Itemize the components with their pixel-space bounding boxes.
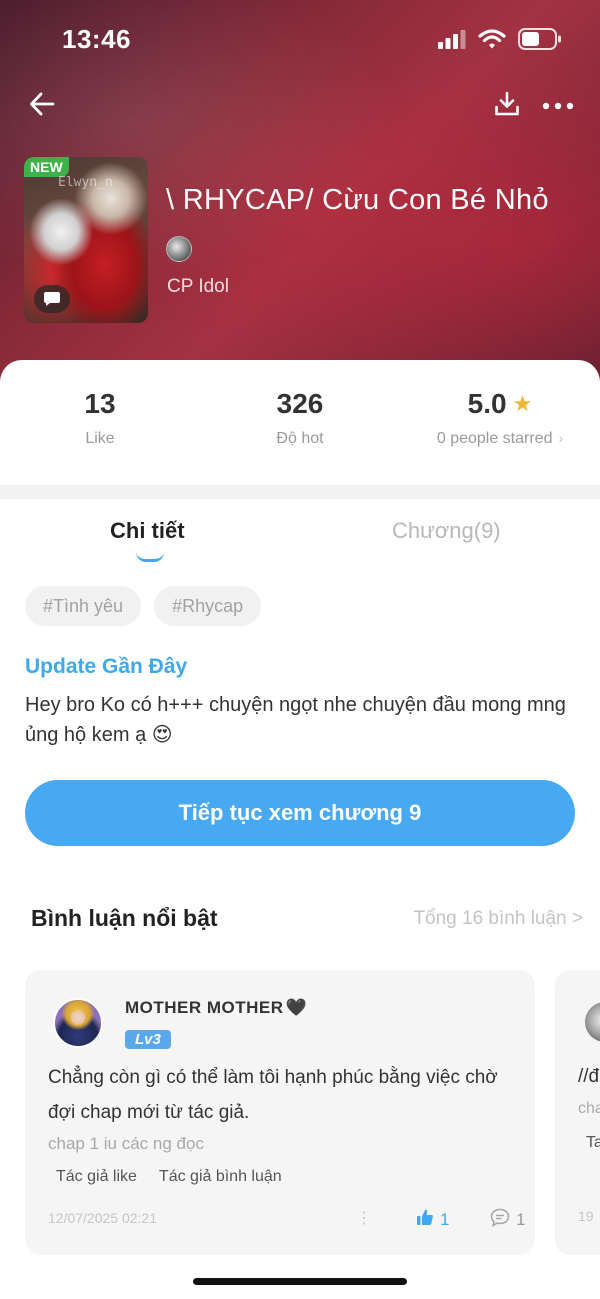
comment-username: MOTHER MOTHER: [125, 998, 284, 1017]
more-icon: [542, 97, 574, 115]
new-badge: NEW: [24, 157, 69, 177]
likes-label: Like: [85, 430, 115, 447]
status-icons: [438, 28, 562, 55]
comment-text: Chẳng còn gì có thể làm tôi hạnh phúc bằ…: [48, 1067, 498, 1123]
reply-count: 1: [516, 1210, 526, 1229]
level-badge: Lv3: [125, 1030, 171, 1049]
home-indicator: [193, 1278, 407, 1285]
likes-value: 13: [84, 388, 116, 419]
author-replied-badge: Tác giả bình luận: [158, 1168, 282, 1185]
star-icon: ★: [512, 391, 533, 416]
download-icon: [494, 91, 520, 122]
stats-card: 13 Like 326 Độ hot 5.0 ★ 0 people starre…: [0, 360, 600, 485]
author-avatar[interactable]: [166, 236, 192, 262]
update-text: Hey bro Ko có h+++ chuyện ngọt nhe chuyệ…: [25, 694, 566, 746]
rating-value: 5.0: [467, 388, 507, 419]
author-liked-badge: Ta: [586, 1134, 600, 1151]
cover-watermark: Elwyn_n: [58, 175, 113, 190]
section-divider: [0, 485, 600, 499]
wifi-icon: [478, 28, 506, 55]
chat-bubble-icon[interactable]: [34, 285, 70, 313]
stat-likes: 13 Like: [60, 388, 140, 448]
rating-label-row: 0 people starred ›: [420, 430, 580, 448]
active-tab-indicator: [136, 552, 164, 562]
reply-button[interactable]: 1: [490, 1208, 525, 1232]
hot-label: Độ hot: [276, 430, 324, 447]
stat-hot: 326 Độ hot: [250, 388, 350, 448]
comment-icon: [490, 1208, 510, 1232]
back-button[interactable]: [26, 88, 58, 124]
download-button[interactable]: [490, 88, 524, 124]
top-nav: [0, 86, 600, 126]
stat-rating[interactable]: 5.0 ★ 0 people starred ›: [420, 388, 580, 448]
status-time: 13:46: [62, 24, 131, 54]
thumbs-up-icon: [416, 1208, 434, 1231]
like-button[interactable]: 1: [416, 1208, 449, 1231]
tag-list: #Tình yêu #Rhycap: [25, 586, 262, 626]
continue-reading-button[interactable]: Tiếp tục xem chương 9: [25, 780, 575, 846]
battery-icon: [518, 28, 562, 55]
comment-chapter-note: cha: [578, 1100, 600, 1117]
hot-value: 326: [276, 388, 324, 419]
author-badges: Tác giả like Tác giả bình luận: [56, 1168, 282, 1186]
back-arrow-icon: [29, 91, 55, 122]
book-cover[interactable]: NEW Elwyn_n: [24, 157, 148, 323]
like-count: 1: [440, 1209, 450, 1229]
comment-footer: 12/07/2025 02:21 ⋮ 1 1: [48, 1208, 525, 1232]
comment-date: 19: [578, 1208, 594, 1224]
comments-heading: Bình luận nổi bật: [31, 905, 218, 931]
header-background: 13:46 NEW Elwyn_n \ RHYCAP/ Cừu Con Bé N…: [0, 0, 600, 400]
book-title: \ RHYCAP/ Cừu Con Bé Nhỏ: [166, 184, 549, 216]
comment-date: 12/07/2025 02:21: [48, 1210, 157, 1226]
more-options-button[interactable]: [538, 88, 578, 124]
tag-item[interactable]: #Tình yêu: [25, 586, 142, 626]
avatar[interactable]: [585, 1002, 600, 1042]
black-heart-emoji: 🖤: [285, 998, 308, 1017]
status-bar: 13:46: [0, 0, 600, 80]
tag-item[interactable]: #Rhycap: [154, 586, 262, 626]
chevron-right-icon: ›: [558, 430, 564, 446]
tab-bar: Chi tiết Chương(9): [0, 500, 600, 570]
avatar[interactable]: [53, 998, 103, 1048]
comment-card[interactable]: MOTHER MOTHER 🖤 Lv3 Chẳng còn gì có thể l…: [25, 970, 535, 1255]
signal-icon: [438, 29, 466, 54]
author-liked-badge: Tác giả like: [56, 1168, 137, 1185]
book-category[interactable]: CP Idol: [167, 276, 229, 298]
all-comments-link[interactable]: Tổng 16 bình luận >: [413, 908, 583, 930]
comment-text: //đ: [578, 1066, 600, 1087]
next-comment-card[interactable]: //đ cha Ta 19: [555, 970, 600, 1255]
comment-username-row: MOTHER MOTHER 🖤: [125, 998, 307, 1018]
tab-details[interactable]: Chi tiết: [110, 518, 185, 544]
update-title: Update Gần Đây: [25, 655, 188, 678]
comment-chapter-note: chap 1 iu các ng đọc: [48, 1134, 204, 1153]
tab-chapters[interactable]: Chương(9): [392, 518, 501, 544]
vertical-dots-icon[interactable]: ⋮: [356, 1208, 372, 1228]
rating-label: 0 people starred: [436, 430, 553, 447]
rating-row: 5.0 ★: [420, 388, 580, 420]
